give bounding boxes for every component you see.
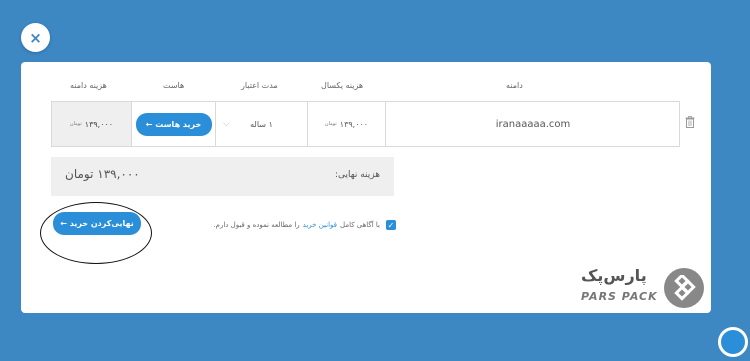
terms-agreement: ✓ با آگاهی کامل قوانین خرید را مطالعه نم… [186, 219, 396, 231]
header-validity: مدت اعتبار [241, 81, 278, 90]
annual-cost-cell: ۱۳۹,۰۰۰ تومان [307, 102, 385, 146]
total-value: ۱۳۹,۰۰۰ تومان [65, 167, 140, 181]
cart-row: iranaaaaa.com ۱۳۹,۰۰۰ تومان ۱ ساله ⌵ خری… [51, 101, 680, 147]
header-annual-cost: هزینه یکسال [321, 81, 364, 90]
period-value: ۱ ساله [250, 119, 273, 129]
parspack-logo-icon [664, 268, 704, 308]
terms-checkbox[interactable]: ✓ [386, 220, 396, 230]
terms-suffix: را مطالعه نموده و قبول دارم. [213, 221, 300, 229]
chat-support-button[interactable] [718, 327, 748, 357]
total-label: هزینه نهایی: [334, 170, 380, 180]
annual-cost-unit: تومان [324, 121, 337, 127]
trash-icon[interactable] [685, 116, 696, 129]
domain-cell: iranaaaaa.com [385, 102, 680, 146]
domain-cost-cell: ۱۳۹,۰۰۰ تومان [52, 102, 131, 146]
period-select[interactable]: ۱ ساله ⌵ [215, 102, 307, 146]
domain-cost-value: ۱۳۹,۰۰۰ [84, 119, 114, 129]
brand-watermark: پارس‌پک PARS PACK [581, 266, 706, 312]
header-host: هاست [163, 81, 185, 90]
buy-host-button[interactable]: خرید هاست ← [135, 112, 212, 136]
terms-prefix: با آگاهی کامل [340, 221, 380, 229]
total-box: هزینه نهایی: ۱۳۹,۰۰۰ تومان [51, 157, 394, 196]
header-domain: دامنه [506, 81, 523, 90]
host-cell: خرید هاست ← [131, 102, 215, 146]
close-icon: × [29, 28, 42, 47]
domain-name: iranaaaaa.com [495, 118, 571, 130]
highlight-ellipse [40, 202, 152, 264]
domain-cost-unit: تومان [69, 121, 82, 127]
terms-link[interactable]: قوانین خرید [303, 221, 337, 229]
close-button[interactable]: × [21, 23, 50, 52]
cart-modal: دامنه هزینه یکسال مدت اعتبار هاست هزینه … [21, 62, 711, 313]
brand-name-en: PARS PACK [581, 290, 658, 303]
header-domain-cost: هزینه دامنه [70, 81, 107, 90]
chevron-down-icon: ⌵ [223, 119, 230, 129]
brand-name-fa: پارس‌پک [581, 266, 647, 285]
annual-cost-value: ۱۳۹,۰۰۰ [339, 119, 369, 129]
check-icon: ✓ [387, 220, 395, 230]
